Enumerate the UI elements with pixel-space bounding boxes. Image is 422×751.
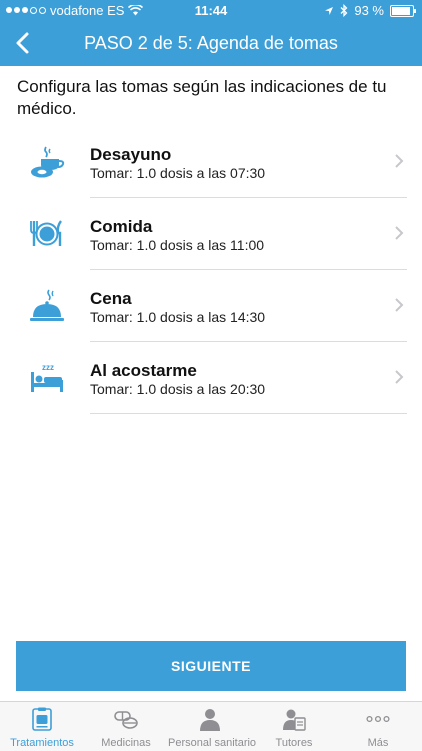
tab-label: Tutores <box>275 737 313 749</box>
bluetooth-icon <box>340 4 348 17</box>
tab-bar: Tratamientos Medicinas Personal sanitari… <box>0 701 422 751</box>
schedule-detail: Tomar: 1.0 dosis a las 20:30 <box>90 381 266 397</box>
svg-text:zzz: zzz <box>42 363 54 372</box>
header: vodafone ES 11:44 93 % PASO 2 de 5: Agen… <box>0 0 422 66</box>
schedule-row-bedtime[interactable]: zzz Al acostarme Tomar: 1.0 dosis a las … <box>0 342 422 414</box>
page-title: PASO 2 de 5: Agenda de tomas <box>84 33 338 53</box>
chevron-right-icon <box>395 298 404 312</box>
chevron-right-icon <box>395 154 404 168</box>
intro-text: Configura las tomas según las indicacion… <box>17 77 387 118</box>
schedule-title: Al acostarme <box>90 361 197 380</box>
battery-label: 93 % <box>354 3 384 18</box>
schedule-detail: Tomar: 1.0 dosis a las 11:00 <box>90 237 265 253</box>
tutors-icon <box>283 709 306 731</box>
schedule-title: Comida <box>90 217 153 236</box>
tab-health-staff[interactable]: Personal sanitario <box>168 702 257 751</box>
battery-icon <box>390 4 416 17</box>
pills-icon <box>114 711 138 729</box>
tab-tutors[interactable]: Tutores <box>252 702 336 751</box>
tab-treatments[interactable]: Tratamientos <box>0 702 84 751</box>
divider <box>90 413 407 414</box>
schedule-detail: Tomar: 1.0 dosis a las 14:30 <box>90 309 266 325</box>
treatments-icon <box>32 707 52 731</box>
chevron-right-icon <box>395 370 404 384</box>
schedule-detail: Tomar: 1.0 dosis a las 07:30 <box>90 165 266 181</box>
more-icon <box>366 715 390 723</box>
next-button[interactable]: SIGUIENTE <box>16 641 406 691</box>
chevron-right-icon <box>395 226 404 240</box>
schedule-row-dinner[interactable]: Cena Tomar: 1.0 dosis a las 14:30 <box>0 270 422 342</box>
nav-bar: PASO 2 de 5: Agenda de tomas <box>0 22 422 66</box>
schedule-row-lunch[interactable]: Comida Tomar: 1.0 dosis a las 11:00 <box>0 198 422 270</box>
tab-more[interactable]: Más <box>336 702 420 751</box>
tab-label: Tratamientos <box>10 737 74 749</box>
dinner-icon <box>30 289 64 321</box>
status-bar: vodafone ES 11:44 93 % <box>0 0 422 22</box>
lunch-icon <box>30 220 62 246</box>
schedule-list: Desayuno Tomar: 1.0 dosis a las 07:30 Co… <box>0 126 422 414</box>
schedule-title: Cena <box>90 289 132 308</box>
doctor-icon <box>200 709 220 731</box>
tab-medicines[interactable]: Medicinas <box>84 702 168 751</box>
tab-label: Más <box>367 737 389 749</box>
breakfast-icon <box>31 146 65 178</box>
location-icon <box>325 6 334 15</box>
tab-label: Medicinas <box>101 737 151 749</box>
schedule-row-breakfast[interactable]: Desayuno Tomar: 1.0 dosis a las 07:30 <box>0 126 422 198</box>
bed-icon: zzz <box>31 363 63 392</box>
schedule-title: Desayuno <box>90 145 172 164</box>
tab-label: Personal sanitario <box>168 737 257 749</box>
